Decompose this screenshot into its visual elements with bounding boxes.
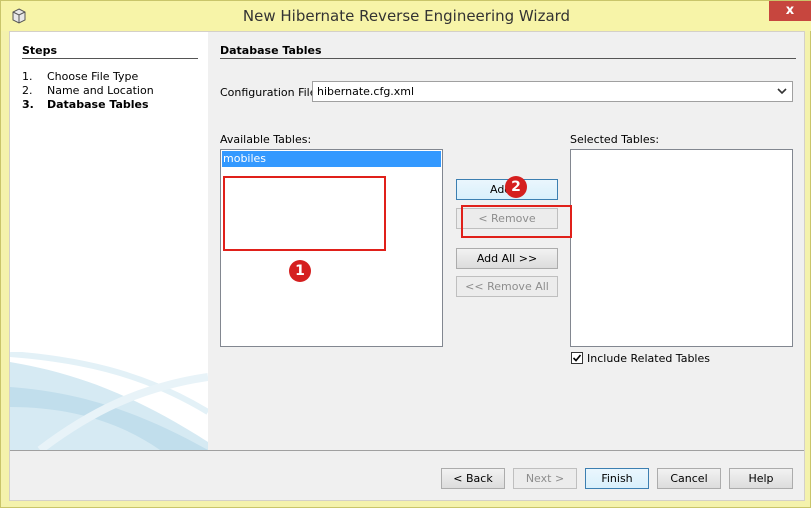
cancel-button[interactable]: Cancel [657, 468, 721, 489]
available-tables-label: Available Tables: [220, 133, 312, 146]
selected-tables-label: Selected Tables: [570, 133, 660, 146]
window-title: New Hibernate Reverse Engineering Wizard [242, 7, 571, 25]
steps-divider [22, 58, 198, 59]
step-label: Database Tables [47, 98, 149, 111]
step-number: 3. [22, 98, 34, 111]
steps-title: Steps [22, 44, 58, 57]
steps-panel: Steps 1. Choose File Type 2. Name and Loca… [10, 32, 208, 450]
chevron-down-icon[interactable] [776, 84, 788, 98]
page-title: Database Tables [220, 44, 322, 57]
decorative-swoosh-graphic [10, 352, 208, 450]
next-button[interactable]: Next > [513, 468, 577, 489]
annotation-badge-2: 2 [505, 176, 527, 198]
include-related-label[interactable]: Include Related Tables [587, 352, 710, 365]
wizard-window: New Hibernate Reverse Engineering Wizard… [0, 0, 811, 508]
footer-divider [10, 450, 804, 451]
step-number: 2. [22, 84, 33, 97]
include-related-checkbox[interactable] [571, 352, 583, 364]
back-button[interactable]: < Back [441, 468, 505, 489]
config-file-value: hibernate.cfg.xml [317, 85, 415, 98]
step-item-choose-file-type: 1. Choose File Type [22, 70, 202, 84]
step-item-name-location: 2. Name and Location [22, 84, 202, 98]
close-button[interactable]: x [769, 1, 811, 21]
step-label: Name and Location [47, 84, 154, 97]
config-file-select[interactable]: hibernate.cfg.xml [312, 81, 793, 102]
help-button[interactable]: Help [729, 468, 793, 489]
selected-tables-list[interactable] [570, 149, 793, 347]
step-number: 1. [22, 70, 33, 83]
step-item-database-tables: 3. Database Tables [22, 98, 202, 112]
annotation-highlight-add-button [461, 205, 572, 238]
list-item-mobiles[interactable]: mobiles [222, 151, 441, 167]
config-file-label: Configuration File: [220, 86, 321, 99]
finish-button[interactable]: Finish [585, 468, 649, 489]
steps-list: 1. Choose File Type 2. Name and Location 3… [22, 70, 202, 112]
add-all-button[interactable]: Add All >> [456, 248, 558, 269]
title-bar: New Hibernate Reverse Engineering Wizard… [1, 1, 811, 31]
wizard-content: Steps 1. Choose File Type 2. Name and Loca… [9, 31, 805, 501]
step-label: Choose File Type [47, 70, 139, 83]
annotation-badge-1: 1 [289, 260, 311, 282]
annotation-highlight-available-table [223, 176, 386, 251]
remove-all-button[interactable]: << Remove All [456, 276, 558, 297]
checkmark-icon [572, 354, 582, 362]
title-divider [220, 58, 796, 59]
